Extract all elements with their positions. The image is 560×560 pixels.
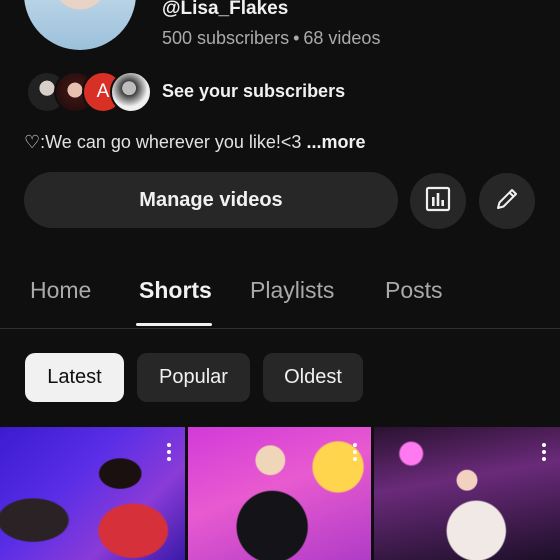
- filter-chip-popular[interactable]: Popular: [137, 353, 250, 402]
- tab-playlists[interactable]: Playlists: [250, 277, 334, 304]
- video-count: 68 videos: [303, 28, 381, 48]
- short-thumbnail[interactable]: [0, 427, 185, 560]
- more-options-icon[interactable]: [167, 443, 171, 464]
- analytics-icon: [424, 185, 452, 218]
- subscriber-avatars[interactable]: A: [26, 71, 152, 113]
- channel-tabs: Home Shorts Playlists Posts: [0, 270, 560, 329]
- channel-handle: @Lisa_Flakes: [162, 0, 289, 19]
- tab-shorts[interactable]: Shorts: [139, 277, 212, 304]
- channel-avatar[interactable]: [24, 0, 136, 50]
- more-options-icon[interactable]: [353, 443, 357, 464]
- more-options-icon[interactable]: [542, 443, 546, 464]
- active-tab-indicator: [136, 323, 212, 326]
- short-thumbnail[interactable]: [374, 427, 560, 560]
- stats-separator: •: [293, 28, 300, 48]
- bio-text: ♡:We can go wherever you like!<3: [24, 132, 302, 152]
- channel-stats: 500 subscribers • 68 videos: [162, 28, 380, 49]
- analytics-button[interactable]: [410, 173, 466, 229]
- short-thumbnail[interactable]: [188, 427, 371, 560]
- pencil-icon: [493, 185, 521, 218]
- subscriber-avatar: [110, 71, 152, 113]
- channel-description[interactable]: ♡:We can go wherever you like!<3 ...more: [24, 132, 366, 153]
- tab-posts[interactable]: Posts: [385, 277, 443, 304]
- filter-chip-latest[interactable]: Latest: [25, 353, 124, 402]
- more-link[interactable]: ...more: [306, 132, 365, 152]
- subscriber-count: 500 subscribers: [162, 28, 290, 48]
- edit-channel-button[interactable]: [479, 173, 535, 229]
- tab-home[interactable]: Home: [30, 277, 91, 304]
- see-subscribers-link[interactable]: See your subscribers: [162, 81, 345, 102]
- manage-videos-button[interactable]: Manage videos: [24, 172, 398, 228]
- filter-chip-oldest[interactable]: Oldest: [263, 353, 363, 402]
